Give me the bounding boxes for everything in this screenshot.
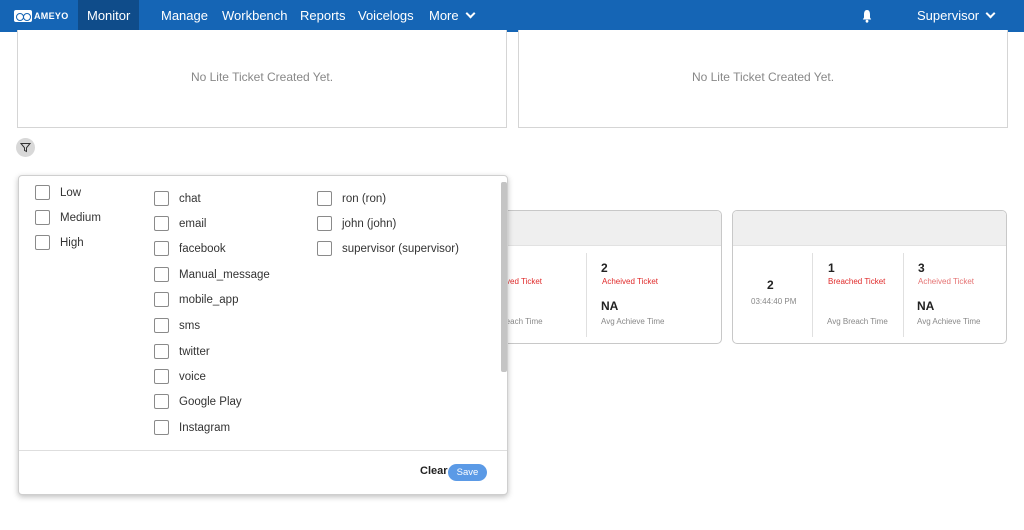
checkbox[interactable] [154, 420, 169, 435]
priority-option-medium[interactable]: Medium [35, 210, 101, 225]
avg-achieve-value: NA [917, 299, 935, 313]
achieved-count: 3 [918, 261, 925, 275]
filter-icon [20, 143, 31, 153]
option-label: john (john) [342, 217, 397, 230]
channel-option-voice[interactable]: voice [154, 369, 206, 384]
checkbox[interactable] [154, 318, 169, 333]
filter-button[interactable] [16, 138, 35, 157]
checkbox[interactable] [154, 369, 169, 384]
channel-option-twitter[interactable]: twitter [154, 344, 210, 359]
nav-workbench[interactable]: Workbench [222, 0, 288, 32]
lite-ticket-panel-right: No Lite Ticket Created Yet. [518, 30, 1008, 128]
breached-ticket-label: ved Ticket [506, 277, 543, 286]
nav-more[interactable]: More [429, 0, 476, 32]
option-label: Google Play [179, 395, 242, 408]
top-nav-bar: AMEYO Monitor Manage Workbench Reports V… [0, 0, 1024, 32]
logo-text: AMEYO [34, 11, 69, 21]
avg-achieve-value: NA [601, 299, 619, 313]
scrollbar-thumb[interactable] [501, 182, 507, 372]
user-option-supervisor[interactable]: supervisor (supervisor) [317, 241, 459, 256]
checkbox[interactable] [317, 216, 332, 231]
bell-icon[interactable] [862, 9, 872, 23]
breached-ticket-label: Breached Ticket [828, 277, 886, 286]
user-menu-label: Supervisor [917, 8, 980, 23]
option-label: voice [179, 370, 206, 383]
achieved-ticket-label: Acheived Ticket [918, 277, 975, 286]
option-label: Instagram [179, 421, 231, 434]
divider [812, 253, 813, 337]
checkbox[interactable] [154, 344, 169, 359]
achieved-ticket-label: Acheived Ticket [602, 277, 659, 286]
option-label: ron (ron) [342, 192, 387, 205]
avg-breach-time-label: reach Time [503, 317, 543, 326]
save-button[interactable]: Save [448, 464, 487, 481]
channel-option-email[interactable]: email [154, 216, 206, 231]
option-label: supervisor (supervisor) [342, 242, 459, 255]
divider [903, 253, 904, 337]
option-label: chat [179, 192, 201, 205]
checkbox[interactable] [35, 210, 50, 225]
checkbox[interactable] [35, 185, 50, 200]
chevron-down-icon [985, 8, 996, 19]
timestamp: 03:44:40 PM [751, 297, 797, 306]
checkbox[interactable] [154, 216, 169, 231]
avg-achieve-time-label: Avg Achieve Time [917, 317, 981, 326]
nav-voicelogs[interactable]: Voicelogs [358, 0, 414, 32]
option-label: High [60, 236, 84, 249]
checkbox[interactable] [154, 292, 169, 307]
total-count: 2 [767, 278, 774, 292]
chevron-down-icon [465, 8, 476, 19]
card-header [491, 211, 721, 246]
achieved-count: 2 [601, 261, 608, 275]
option-label: facebook [179, 242, 226, 255]
nav-more-label: More [429, 8, 459, 23]
channel-option-sms[interactable]: sms [154, 318, 200, 333]
option-label: twitter [179, 345, 210, 358]
filter-popup: Low Medium High chat email facebook Manu… [18, 175, 508, 495]
checkbox[interactable] [154, 267, 169, 282]
option-label: sms [179, 319, 201, 332]
option-label: Low [60, 186, 82, 199]
channel-option-chat[interactable]: chat [154, 191, 201, 206]
channel-option-facebook[interactable]: facebook [154, 241, 226, 256]
checkbox[interactable] [154, 241, 169, 256]
divider [19, 450, 507, 451]
breached-count: 1 [828, 261, 835, 275]
checkbox[interactable] [317, 241, 332, 256]
channel-option-mobile-app[interactable]: mobile_app [154, 292, 238, 307]
option-label: Medium [60, 211, 101, 224]
lite-ticket-panel-left: No Lite Ticket Created Yet. [17, 30, 507, 128]
ticket-stats-card: ved Ticket reach Time 2 Acheived Ticket … [490, 210, 722, 344]
clear-button[interactable]: Clear [420, 465, 448, 477]
card-header [733, 211, 1006, 246]
nav-reports[interactable]: Reports [300, 0, 346, 32]
checkbox[interactable] [317, 191, 332, 206]
divider [586, 253, 587, 337]
ticket-stats-card: 2 03:44:40 PM 1 Breached Ticket Avg Brea… [732, 210, 1007, 344]
option-label: mobile_app [179, 293, 239, 306]
option-label: Manual_message [179, 268, 270, 281]
channel-option-manual-message[interactable]: Manual_message [154, 267, 270, 282]
checkbox[interactable] [154, 191, 169, 206]
user-option-john[interactable]: john (john) [317, 216, 396, 231]
checkbox[interactable] [154, 394, 169, 409]
checkbox[interactable] [35, 235, 50, 250]
nav-monitor[interactable]: Monitor [78, 0, 140, 32]
ameyo-logo[interactable]: AMEYO [14, 9, 69, 23]
priority-option-high[interactable]: High [35, 235, 84, 250]
empty-message: No Lite Ticket Created Yet. [190, 70, 334, 84]
avg-achieve-time-label: Avg Achieve Time [601, 317, 665, 326]
channel-option-instagram[interactable]: Instagram [154, 420, 230, 435]
empty-message: No Lite Ticket Created Yet. [691, 70, 835, 84]
avg-breach-time-label: Avg Breach Time [827, 317, 888, 326]
user-option-ron[interactable]: ron (ron) [317, 191, 386, 206]
nav-manage[interactable]: Manage [161, 0, 208, 32]
channel-option-google-play[interactable]: Google Play [154, 394, 242, 409]
ameyo-logo-icon [14, 10, 32, 22]
priority-option-low[interactable]: Low [35, 185, 81, 200]
option-label: email [179, 217, 207, 230]
user-menu[interactable]: Supervisor [917, 0, 996, 32]
